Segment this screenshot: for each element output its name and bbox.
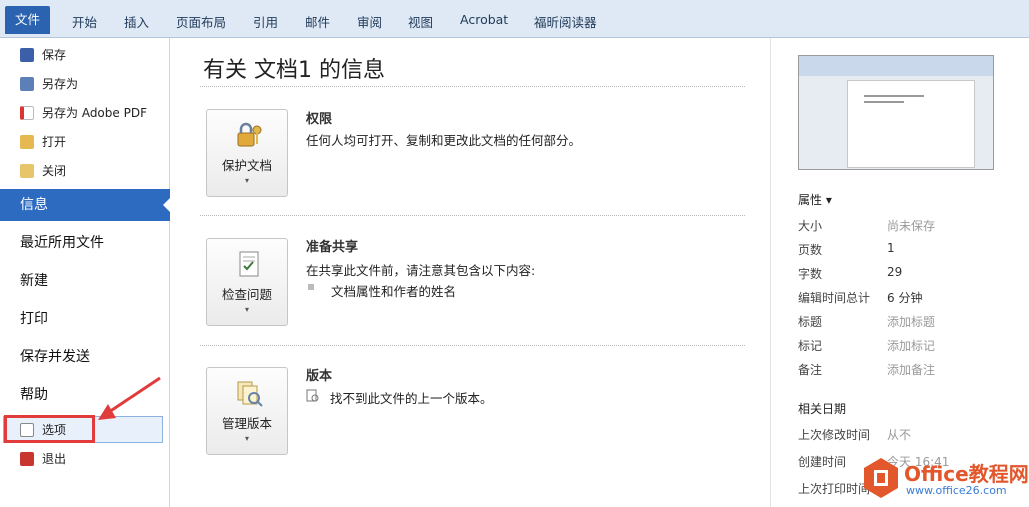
prop-value: 1 bbox=[887, 241, 895, 255]
nav-print[interactable]: 打印 bbox=[0, 303, 170, 335]
thumbnail-ribbon bbox=[799, 56, 993, 76]
date-value: 从不 bbox=[887, 428, 912, 442]
prop-label: 标记 bbox=[798, 339, 823, 353]
nav-info-label: 信息 bbox=[20, 197, 48, 213]
close-folder-icon bbox=[20, 164, 34, 178]
watermark-url: www.office26.com bbox=[906, 484, 1007, 497]
backstage-nav: 保存 另存为 另存为 Adobe PDF 打开 关闭 信息 最近所用文件 新建 … bbox=[0, 38, 171, 507]
protect-document-label: 保护文档 bbox=[221, 158, 272, 173]
open-folder-icon bbox=[20, 135, 34, 149]
versions-desc: 找不到此文件的上一个版本。 bbox=[330, 391, 493, 406]
prop-label: 备注 bbox=[798, 363, 823, 377]
date-label: 上次打印时间 bbox=[798, 482, 871, 496]
prop-label: 页数 bbox=[798, 243, 823, 257]
office-logo-icon bbox=[864, 458, 898, 498]
properties-panel: 属性 ▾ 大小 尚未保存 页数 1 字数 29 编辑时间总计 6 分钟 标题 添… bbox=[770, 38, 1029, 507]
prop-label: 字数 bbox=[798, 267, 823, 281]
tab-page-layout[interactable]: 页面布局 bbox=[176, 12, 226, 31]
chevron-down-icon: ▾ bbox=[244, 305, 249, 314]
tab-foxit-reader[interactable]: 福昕阅读器 bbox=[534, 12, 597, 31]
tab-insert[interactable]: 插入 bbox=[124, 12, 149, 31]
permissions-desc: 任何人均可打开、复制和更改此文档的任何部分。 bbox=[306, 133, 582, 148]
nav-help[interactable]: 帮助 bbox=[0, 379, 170, 411]
nav-info[interactable]: 信息 bbox=[0, 189, 171, 221]
tab-mailings[interactable]: 邮件 bbox=[305, 12, 330, 31]
inspect-document-icon bbox=[239, 251, 259, 277]
prop-label: 大小 bbox=[798, 219, 823, 233]
save-as-icon bbox=[20, 77, 34, 91]
check-issues-label: 检查问题 bbox=[221, 287, 272, 302]
thumbnail-page bbox=[847, 80, 975, 168]
comments-field[interactable]: 添加备注 bbox=[887, 361, 935, 378]
ribbon-tab-bar: 文件 开始 插入 页面布局 引用 邮件 审阅 视图 Acrobat 福昕阅读器 bbox=[0, 0, 1029, 38]
open-label: 打开 bbox=[42, 135, 67, 149]
open-button[interactable]: 打开 bbox=[0, 129, 170, 155]
save-as-pdf-label: 另存为 Adobe PDF bbox=[42, 106, 147, 120]
title-field[interactable]: 添加标题 bbox=[887, 313, 935, 330]
lock-icon bbox=[237, 122, 262, 147]
manage-versions-button[interactable]: 管理版本 ▾ bbox=[206, 367, 288, 455]
tags-field[interactable]: 添加标记 bbox=[887, 337, 935, 354]
thumbnail-text-line bbox=[864, 101, 904, 103]
properties-dropdown[interactable]: 属性 ▾ bbox=[798, 191, 832, 208]
watermark: Office教程网 www.office26.com bbox=[862, 448, 1029, 507]
prop-label: 编辑时间总计 bbox=[798, 291, 871, 305]
tab-view[interactable]: 视图 bbox=[408, 12, 433, 31]
nav-recent[interactable]: 最近所用文件 bbox=[0, 227, 170, 259]
save-button[interactable]: 保存 bbox=[0, 42, 170, 68]
chevron-down-icon: ▾ bbox=[244, 434, 249, 443]
close-label: 关闭 bbox=[42, 164, 67, 178]
prepare-sharing-item: 文档属性和作者的姓名 bbox=[331, 284, 457, 299]
divider bbox=[200, 215, 745, 216]
tab-home[interactable]: 开始 bbox=[72, 12, 97, 31]
tab-file[interactable]: 文件 bbox=[5, 6, 50, 34]
nav-new[interactable]: 新建 bbox=[0, 265, 170, 297]
protect-document-button[interactable]: 保护文档 ▾ bbox=[206, 109, 288, 197]
manage-versions-label: 管理版本 bbox=[221, 416, 272, 431]
tab-acrobat[interactable]: Acrobat bbox=[460, 12, 508, 27]
nav-save-send[interactable]: 保存并发送 bbox=[0, 341, 170, 373]
exit-icon bbox=[20, 452, 34, 466]
divider bbox=[200, 86, 745, 87]
close-button[interactable]: 关闭 bbox=[0, 158, 170, 184]
permissions-heading: 权限 bbox=[306, 112, 333, 127]
versions-heading: 版本 bbox=[306, 369, 333, 384]
chevron-down-icon: ▾ bbox=[244, 176, 249, 185]
options-annotation-box bbox=[4, 415, 95, 443]
related-dates-heading: 相关日期 bbox=[798, 402, 847, 416]
prepare-sharing-desc: 在共享此文件前，请注意其包含以下内容: bbox=[306, 263, 536, 278]
exit-button[interactable]: 退出 bbox=[0, 446, 170, 472]
save-as-label: 另存为 bbox=[42, 77, 79, 91]
info-panel: 有关 文档1 的信息 保护文档 ▾ 权限 任何人均可打开、复制和更改此文档的任何… bbox=[170, 38, 770, 507]
save-label: 保存 bbox=[42, 48, 67, 62]
watermark-name: Office教程网 bbox=[904, 462, 1029, 486]
thumbnail-text-line bbox=[864, 95, 924, 97]
date-label: 上次修改时间 bbox=[798, 428, 871, 442]
page-title: 有关 文档1 的信息 bbox=[203, 58, 385, 83]
exit-label: 退出 bbox=[42, 452, 67, 466]
version-doc-icon bbox=[306, 389, 319, 402]
date-label: 创建时间 bbox=[798, 455, 847, 469]
tab-review[interactable]: 审阅 bbox=[357, 12, 382, 31]
prop-value: 29 bbox=[887, 265, 903, 279]
prop-value: 6 分钟 bbox=[887, 291, 923, 305]
prop-value: 尚未保存 bbox=[887, 219, 936, 233]
save-as-button[interactable]: 另存为 bbox=[0, 71, 170, 97]
tab-references[interactable]: 引用 bbox=[253, 12, 278, 31]
versions-icon bbox=[237, 381, 263, 407]
pdf-icon bbox=[20, 106, 34, 120]
divider bbox=[200, 345, 745, 346]
prop-label: 标题 bbox=[798, 315, 823, 329]
save-as-pdf-button[interactable]: 另存为 Adobe PDF bbox=[0, 100, 170, 126]
bullet-icon bbox=[308, 284, 314, 290]
prepare-sharing-heading: 准备共享 bbox=[306, 240, 359, 255]
check-issues-button[interactable]: 检查问题 ▾ bbox=[206, 238, 288, 326]
document-thumbnail bbox=[798, 55, 994, 170]
save-icon bbox=[20, 48, 34, 62]
